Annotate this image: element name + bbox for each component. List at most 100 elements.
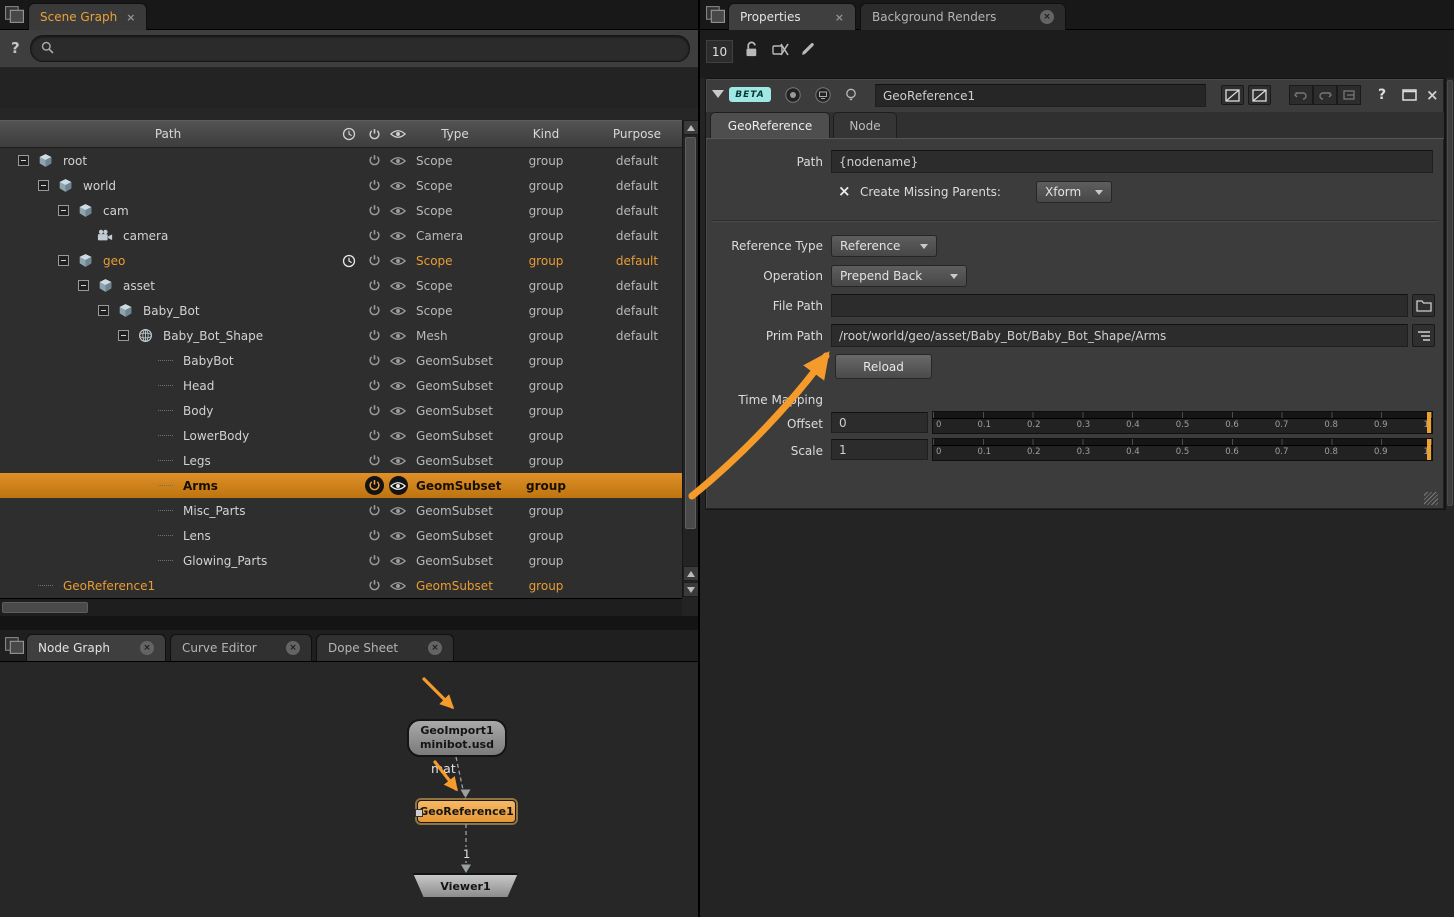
clock-icon[interactable] bbox=[336, 526, 362, 545]
eye-icon[interactable] bbox=[386, 576, 410, 595]
close-icon[interactable]: × bbox=[1040, 10, 1054, 24]
node-geoimport1[interactable]: GeoImport1 minibot.usd bbox=[407, 719, 507, 757]
power-icon[interactable] bbox=[362, 276, 386, 295]
clock-icon[interactable] bbox=[336, 501, 362, 520]
hscrollbar-thumb[interactable] bbox=[2, 602, 88, 613]
node-graph-canvas[interactable] bbox=[0, 662, 698, 917]
eye-icon[interactable] bbox=[386, 401, 410, 420]
help-icon[interactable]: ? bbox=[11, 39, 20, 57]
tab-node-graph[interactable]: Node Graph × bbox=[26, 634, 166, 661]
column-clock-icon[interactable] bbox=[336, 127, 362, 141]
close-icon[interactable]: × bbox=[1426, 86, 1439, 104]
tab-node[interactable]: Node bbox=[833, 112, 897, 138]
power-icon[interactable] bbox=[362, 326, 386, 345]
power-icon[interactable] bbox=[362, 351, 386, 370]
clock-icon[interactable] bbox=[336, 301, 362, 320]
column-power-icon[interactable] bbox=[362, 128, 386, 141]
record-icon[interactable] bbox=[783, 85, 803, 105]
tab-dope-sheet[interactable]: Dope Sheet × bbox=[316, 634, 454, 661]
table-row[interactable]: GeoReference1 GeomSubset group bbox=[0, 573, 682, 598]
xform-dropdown[interactable]: Xform bbox=[1036, 181, 1112, 203]
table-row[interactable]: root Scope group default bbox=[0, 148, 682, 173]
frame-field[interactable]: 10 bbox=[706, 40, 733, 63]
power-icon[interactable] bbox=[362, 376, 386, 395]
tab-curve-editor[interactable]: Curve Editor × bbox=[170, 634, 312, 661]
eye-icon[interactable] bbox=[386, 376, 410, 395]
power-icon[interactable] bbox=[362, 451, 386, 470]
power-icon[interactable] bbox=[362, 551, 386, 570]
eye-icon[interactable] bbox=[386, 351, 410, 370]
expander-icon[interactable] bbox=[118, 330, 129, 341]
tab-background-renders[interactable]: Background Renders × bbox=[860, 3, 1066, 30]
expander-icon[interactable] bbox=[58, 255, 69, 266]
table-row[interactable]: LowerBody GeomSubset group bbox=[0, 423, 682, 448]
resize-grip[interactable] bbox=[1424, 492, 1438, 505]
table-row[interactable]: BabyBot GeomSubset group bbox=[0, 348, 682, 373]
power-icon[interactable] bbox=[362, 226, 386, 245]
scale-field[interactable] bbox=[831, 439, 928, 460]
search-input[interactable] bbox=[61, 41, 679, 56]
eye-icon[interactable] bbox=[386, 201, 410, 220]
panel-menu-icon[interactable] bbox=[4, 635, 25, 659]
close-icon[interactable]: × bbox=[126, 11, 135, 24]
operation-dropdown[interactable]: Prepend Back bbox=[831, 265, 967, 287]
eye-icon[interactable] bbox=[386, 501, 410, 520]
offset-timeline[interactable]: 0 0.1 0.2 0.3 0.4 0.5 0.6 0.7 0.8 0.9 1 bbox=[932, 411, 1433, 434]
prim-path-field[interactable] bbox=[831, 324, 1408, 347]
column-kind[interactable]: Kind bbox=[500, 127, 592, 141]
clock-icon[interactable] bbox=[336, 151, 362, 170]
eye-icon[interactable] bbox=[386, 426, 410, 445]
eye-icon[interactable] bbox=[386, 326, 410, 345]
tab-scene-graph[interactable]: Scene Graph × bbox=[28, 3, 148, 30]
maximize-icon[interactable] bbox=[1400, 88, 1418, 102]
clock-icon[interactable] bbox=[336, 201, 362, 220]
power-icon[interactable] bbox=[362, 476, 386, 495]
power-icon[interactable] bbox=[362, 426, 386, 445]
lightbulb-icon[interactable] bbox=[841, 85, 861, 105]
clock-icon[interactable] bbox=[336, 451, 362, 470]
eye-icon[interactable] bbox=[386, 151, 410, 170]
table-row[interactable]: camera Camera group default bbox=[0, 223, 682, 248]
table-row[interactable]: Baby_Bot Scope group default bbox=[0, 298, 682, 323]
eye-icon[interactable] bbox=[386, 476, 410, 495]
clock-icon[interactable] bbox=[336, 176, 362, 195]
redo-icon[interactable] bbox=[1313, 85, 1337, 105]
expander-icon[interactable] bbox=[18, 155, 29, 166]
node-viewer1[interactable]: Viewer1 bbox=[413, 873, 518, 897]
power-icon[interactable] bbox=[362, 201, 386, 220]
power-icon[interactable] bbox=[362, 151, 386, 170]
clock-icon[interactable] bbox=[336, 476, 362, 495]
eye-icon[interactable] bbox=[386, 301, 410, 320]
column-purpose[interactable]: Purpose bbox=[592, 127, 682, 141]
scroll-up-icon[interactable] bbox=[683, 120, 699, 135]
clock-icon[interactable] bbox=[336, 226, 362, 245]
clock-icon[interactable] bbox=[336, 551, 362, 570]
scale-timeline[interactable]: 0 0.1 0.2 0.3 0.4 0.5 0.6 0.7 0.8 0.9 1 bbox=[932, 438, 1433, 461]
column-eye-icon[interactable] bbox=[386, 129, 410, 139]
table-row[interactable]: Lens GeomSubset group bbox=[0, 523, 682, 548]
create-missing-parents-checkbox[interactable]: × bbox=[838, 180, 851, 202]
power-icon[interactable] bbox=[362, 501, 386, 520]
vscrollbar-thumb[interactable] bbox=[1447, 80, 1453, 506]
eye-icon[interactable] bbox=[386, 276, 410, 295]
eye-icon[interactable] bbox=[386, 226, 410, 245]
panel-menu-icon[interactable] bbox=[705, 4, 726, 28]
power-icon[interactable] bbox=[362, 176, 386, 195]
power-icon[interactable] bbox=[362, 301, 386, 320]
clock-icon[interactable] bbox=[336, 426, 362, 445]
table-row[interactable]: Baby_Bot_Shape Mesh group default bbox=[0, 323, 682, 348]
clock-icon[interactable] bbox=[336, 276, 362, 295]
history-icon[interactable] bbox=[1337, 85, 1361, 105]
eye-icon[interactable] bbox=[386, 176, 410, 195]
scroll-down-icon[interactable] bbox=[683, 582, 699, 597]
table-row[interactable]: Legs GeomSubset group bbox=[0, 448, 682, 473]
power-icon[interactable] bbox=[362, 526, 386, 545]
power-icon[interactable] bbox=[362, 401, 386, 420]
column-path[interactable]: Path bbox=[0, 127, 336, 141]
wedge2-icon[interactable] bbox=[1248, 85, 1271, 105]
table-row[interactable]: Glowing_Parts GeomSubset group bbox=[0, 548, 682, 573]
clock-icon[interactable] bbox=[336, 576, 362, 595]
table-row[interactable]: cam Scope group default bbox=[0, 198, 682, 223]
eye-icon[interactable] bbox=[386, 251, 410, 270]
close-icon[interactable]: × bbox=[428, 641, 442, 655]
